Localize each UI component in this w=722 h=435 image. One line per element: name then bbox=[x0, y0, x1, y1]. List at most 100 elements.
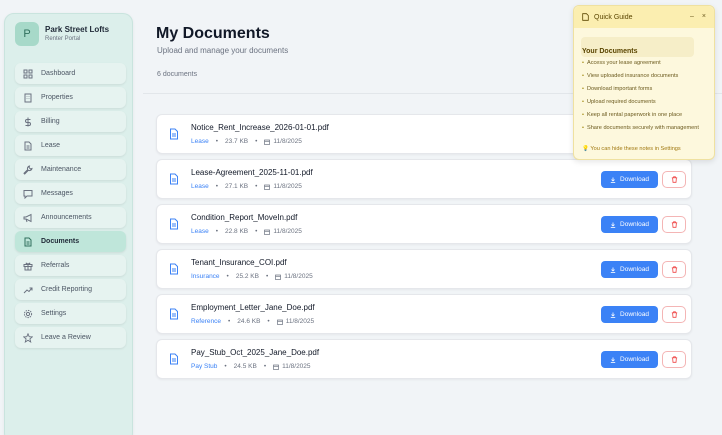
document-icon bbox=[170, 218, 178, 230]
calendar-icon bbox=[275, 274, 282, 280]
bullet: • bbox=[582, 73, 584, 79]
document-row: Condition_Report_MoveIn.pdf Lease • 22.8 K… bbox=[156, 204, 692, 244]
delete-button[interactable] bbox=[662, 261, 686, 278]
quick-guide-panel: Quick Guide – × Your Documents • Access y… bbox=[573, 5, 715, 160]
trash-icon bbox=[671, 221, 677, 228]
grid-icon bbox=[22, 68, 33, 79]
download-button[interactable]: Download bbox=[601, 351, 658, 368]
calendar-icon bbox=[264, 184, 271, 190]
sidebar-item-label: Settings bbox=[41, 310, 67, 317]
note-icon bbox=[582, 13, 589, 21]
sidebar: P Park Street Lofts Renter Portal Dashbo… bbox=[4, 13, 133, 435]
document-size: 25.2 KB bbox=[235, 273, 259, 280]
sidebar-item-maintenance[interactable]: Maintenance bbox=[15, 159, 126, 180]
meta-separator: • bbox=[255, 138, 258, 145]
trash-icon bbox=[671, 356, 677, 363]
document-date: 11/8/2025 bbox=[285, 318, 315, 325]
download-icon bbox=[610, 312, 616, 318]
document-name[interactable]: Pay_Stub_Oct_2025_Jane_Doe.pdf bbox=[191, 348, 319, 357]
document-date: 11/8/2025 bbox=[273, 228, 302, 235]
meta-separator: • bbox=[215, 183, 218, 190]
sidebar-item-messages[interactable]: Messages bbox=[15, 183, 126, 204]
document-category: Insurance bbox=[191, 273, 220, 280]
sidebar-item-credit-reporting[interactable]: Credit Reporting bbox=[15, 279, 126, 300]
minimize-button[interactable]: – bbox=[690, 13, 694, 20]
delete-button[interactable] bbox=[662, 306, 686, 323]
document-icon bbox=[170, 353, 178, 365]
brand: P Park Street Lofts Renter Portal bbox=[15, 22, 109, 46]
sidebar-item-documents[interactable]: Documents bbox=[15, 231, 126, 252]
sidebar-item-label: Referrals bbox=[41, 262, 70, 269]
document-name[interactable]: Tenant_Insurance_COI.pdf bbox=[191, 258, 287, 267]
sidebar-item-leave-a-review[interactable]: Leave a Review bbox=[15, 327, 126, 348]
download-icon bbox=[610, 357, 616, 363]
meta-separator: • bbox=[255, 183, 258, 190]
quick-guide-header[interactable]: Quick Guide – × bbox=[574, 6, 714, 28]
page-subtitle: Upload and manage your documents bbox=[157, 46, 289, 55]
guide-item: • Share documents securely with managemen… bbox=[582, 125, 699, 131]
sidebar-item-properties[interactable]: Properties bbox=[15, 87, 126, 108]
document-name[interactable]: Lease-Agreement_2025-11-01.pdf bbox=[191, 168, 313, 177]
document-date: 11/8/2025 bbox=[273, 183, 302, 190]
gear-icon bbox=[22, 308, 33, 319]
meta-separator: • bbox=[265, 273, 269, 280]
quick-guide-title: Quick Guide bbox=[594, 13, 633, 21]
delete-button[interactable] bbox=[662, 216, 686, 233]
download-label: Download bbox=[620, 221, 649, 228]
document-date: 11/8/2025 bbox=[273, 138, 302, 145]
trash-icon bbox=[671, 266, 677, 273]
download-button[interactable]: Download bbox=[601, 216, 658, 233]
document-name[interactable]: Employment_Letter_Jane_Doe.pdf bbox=[191, 303, 315, 312]
meta-separator: • bbox=[224, 363, 227, 370]
document-meta: Insurance • 25.2 KB • 11/8/2025 bbox=[191, 273, 313, 280]
document-size: 23.7 KB bbox=[225, 138, 249, 145]
sidebar-item-label: Lease bbox=[41, 142, 61, 149]
sidebar-item-label: Credit Reporting bbox=[41, 286, 92, 293]
document-date: 11/8/2025 bbox=[282, 363, 311, 370]
document-count: 6 documents bbox=[157, 71, 198, 78]
calendar-icon bbox=[264, 139, 271, 145]
guide-list: • Access your lease agreement • View uploa… bbox=[582, 59, 710, 137]
document-name[interactable]: Notice_Rent_Increase_2026-01-01.pdf bbox=[191, 123, 329, 132]
sidebar-item-announcements[interactable]: Announcements bbox=[15, 207, 126, 228]
sidebar-item-dashboard[interactable]: Dashboard bbox=[15, 63, 126, 84]
download-label: Download bbox=[620, 311, 649, 318]
guide-item: • View uploaded insurance documents bbox=[582, 73, 679, 79]
guide-section: Your Documents bbox=[581, 37, 694, 57]
sidebar-item-lease[interactable]: Lease bbox=[15, 135, 126, 156]
sidebar-item-referrals[interactable]: Referrals bbox=[15, 255, 126, 276]
document-category: Reference bbox=[191, 318, 221, 325]
calendar-icon bbox=[276, 319, 283, 325]
sidebar-item-label: Dashboard bbox=[41, 70, 76, 77]
sidebar-item-settings[interactable]: Settings bbox=[15, 303, 126, 324]
delete-button[interactable] bbox=[662, 171, 686, 188]
close-button[interactable]: × bbox=[702, 13, 706, 20]
document-name[interactable]: Condition_Report_MoveIn.pdf bbox=[191, 213, 297, 222]
star-icon bbox=[22, 332, 33, 343]
download-button[interactable]: Download bbox=[601, 306, 658, 323]
bullet: • bbox=[582, 99, 584, 105]
calendar-icon bbox=[264, 229, 271, 235]
document-icon bbox=[170, 173, 178, 185]
guide-item: • Download important forms bbox=[582, 86, 653, 92]
document-meta: Pay Stub • 24.5 KB • 11/8/2025 bbox=[191, 363, 311, 370]
gift-icon bbox=[22, 260, 33, 271]
sidebar-item-billing[interactable]: Billing bbox=[15, 111, 126, 132]
document-size: 22.8 KB bbox=[225, 228, 249, 235]
document-meta: Lease • 23.7 KB • 11/8/2025 bbox=[191, 138, 302, 145]
download-icon bbox=[610, 177, 616, 183]
page-title: My Documents bbox=[156, 25, 270, 42]
document-icon bbox=[170, 308, 178, 320]
sidebar-item-label: Billing bbox=[41, 118, 60, 125]
calendar-icon bbox=[273, 364, 279, 370]
download-icon bbox=[610, 222, 616, 228]
delete-button[interactable] bbox=[662, 351, 686, 368]
sidebar-item-label: Properties bbox=[41, 94, 73, 101]
download-button[interactable]: Download bbox=[601, 261, 658, 278]
bullet: • bbox=[582, 86, 584, 92]
document-size: 27.1 KB bbox=[225, 183, 249, 190]
document-meta: Reference • 24.6 KB • 11/8/2025 bbox=[191, 318, 314, 325]
document-row: Pay_Stub_Oct_2025_Jane_Doe.pdf Pay Stub •… bbox=[156, 339, 692, 379]
download-button[interactable]: Download bbox=[601, 171, 658, 188]
meta-separator: • bbox=[215, 138, 218, 145]
